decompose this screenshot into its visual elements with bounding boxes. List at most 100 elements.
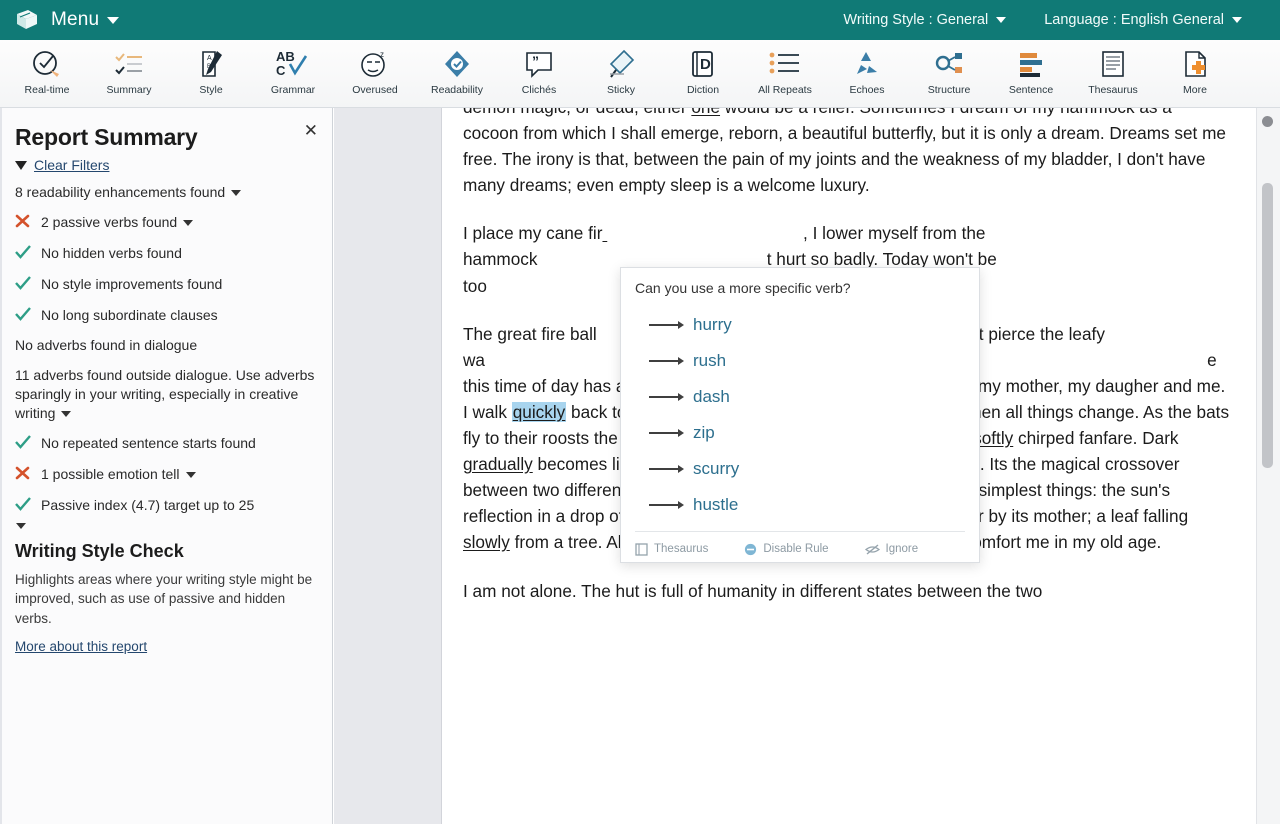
check-icon	[15, 434, 41, 454]
adverb-underline[interactable]: slowly	[463, 532, 510, 552]
suggestion-item[interactable]: scurry	[635, 451, 965, 487]
chevron-down-icon[interactable]	[183, 220, 194, 227]
suggestion-word: dash	[693, 387, 730, 406]
report-row[interactable]: No hidden verbs found	[15, 244, 316, 264]
menu-label: Menu	[51, 9, 100, 30]
language-label: Language : English General	[1044, 12, 1224, 28]
chevron-down-icon[interactable]	[185, 472, 196, 479]
ribbon-item-label: Style	[199, 84, 223, 96]
document-paragraph: I am not alone. The hut is full of human…	[463, 580, 1043, 601]
chevron-down-icon[interactable]	[231, 190, 242, 197]
menu-button[interactable]: Menu	[14, 8, 120, 32]
ribbon-item-overused[interactable]: z Overused	[334, 40, 416, 106]
arrow-right-icon	[635, 393, 693, 401]
report-row-label: No hidden verbs found	[41, 244, 182, 261]
popup-disable-rule-button[interactable]: Disable Rule	[744, 543, 829, 556]
report-row[interactable]: 1 possible emotion tell	[15, 465, 316, 485]
writing-style-check-title: Writing Style Check	[15, 540, 184, 561]
suggestion-word: hustle	[693, 495, 739, 514]
ribbon-item-label: More	[1183, 84, 1207, 96]
suggestion-popup: Can you use a more specific verb? hurry r…	[620, 267, 980, 563]
writing-style-dropdown[interactable]: Writing Style : General	[843, 12, 1007, 28]
adverb-underline[interactable]: gradually	[463, 454, 533, 474]
report-row[interactable]: 11 adverbs found outside dialogue. Use a…	[15, 366, 316, 423]
ribbon-item-all-repeats[interactable]: All Repeats	[744, 40, 826, 106]
report-row[interactable]: 8 readability enhancements found	[15, 183, 316, 202]
suggestion-word: rush	[693, 351, 727, 370]
popup-ignore-button[interactable]: Ignore	[864, 543, 918, 556]
page-plus-icon	[1178, 45, 1212, 83]
ribbon-item-label: Sticky	[606, 84, 635, 96]
popup-footer: Thesaurus Disable Rule Ignore	[635, 532, 965, 566]
ribbon-item-clich-s[interactable]: ” Clichés	[498, 40, 580, 106]
honey-dipper-icon	[604, 45, 638, 83]
clear-filters-link[interactable]: Clear Filters	[34, 157, 109, 173]
ribbon-item-sentence[interactable]: Sentence	[990, 40, 1072, 106]
suggestion-item[interactable]: zip	[635, 415, 965, 451]
report-row[interactable]: No style improvements found	[15, 275, 316, 295]
check-icon	[15, 306, 41, 326]
text-run: The great fire ball	[463, 323, 597, 344]
ribbon-item-label: Sentence	[1008, 84, 1054, 96]
grammar-underline[interactable]: one	[691, 108, 720, 117]
arrow-right-icon	[635, 321, 693, 329]
book-pages-icon	[1096, 45, 1130, 83]
abc-check-icon: AB C	[275, 45, 311, 83]
report-row-label: No long subordinate clauses	[41, 306, 218, 323]
ribbon-item-diction[interactable]: D Diction	[662, 40, 744, 106]
suggestion-word: zip	[693, 423, 715, 442]
clear-filters-row[interactable]: Clear Filters	[15, 157, 316, 173]
ribbon-item-readability[interactable]: Readability	[416, 40, 498, 106]
realtime-clock-check-icon	[30, 45, 64, 83]
checklist-icon	[112, 45, 146, 83]
text-run: I place my cane fir	[463, 223, 603, 244]
report-row-label: 8 readability enhancements found	[15, 183, 316, 202]
ribbon-item-structure[interactable]: Structure	[908, 40, 990, 106]
chevron-down-icon[interactable]	[107, 16, 120, 24]
ribbon-item-more[interactable]: More	[1154, 40, 1236, 106]
ribbon-item-grammar[interactable]: AB C Grammar	[252, 40, 334, 106]
popup-footer-label: Thesaurus	[654, 543, 709, 555]
report-row[interactable]: Passive index (4.7) target up to 25	[15, 496, 316, 516]
chevron-down-icon[interactable]	[1232, 17, 1242, 23]
thesaurus-book-icon	[635, 542, 648, 556]
ribbon-item-sticky[interactable]: Sticky	[580, 40, 662, 106]
report-row[interactable]: No adverbs found in dialogue	[15, 336, 316, 355]
svg-text:”: ”	[532, 53, 539, 69]
app-header: Menu Writing Style : General Language : …	[0, 0, 1280, 40]
ribbon-item-summary[interactable]: Summary	[88, 40, 170, 106]
ribbon-item-real-time[interactable]: Real-time	[6, 40, 88, 106]
popup-thesaurus-button[interactable]: Thesaurus	[635, 542, 709, 556]
more-about-report-link[interactable]: More about this report	[15, 639, 147, 654]
close-icon[interactable]: ✕	[304, 122, 318, 139]
suggestion-item[interactable]: hustle	[635, 487, 965, 523]
scroll-marker-icon	[1262, 116, 1273, 127]
bulleted-list-icon	[767, 45, 803, 83]
suggestion-item[interactable]: rush	[635, 343, 965, 379]
report-row-label: No adverbs found in dialogue	[15, 337, 198, 354]
report-row[interactable]: No long subordinate clauses	[15, 306, 316, 326]
svg-text:AB: AB	[276, 49, 295, 64]
suggestion-question: Can you use a more specific verb?	[635, 280, 851, 296]
writing-style-label: Writing Style : General	[843, 12, 989, 28]
ribbon-item-label: Readability	[431, 84, 483, 96]
ribbon-item-label: All Repeats	[758, 84, 812, 96]
chevron-down-icon[interactable]	[61, 411, 72, 418]
ribbon-item-style[interactable]: ABStyle	[170, 40, 252, 106]
report-summary-panel: ✕ Report Summary Clear Filters 8 readabi…	[0, 108, 333, 824]
text-run: chirped fanfare. Dark	[1013, 428, 1179, 449]
suggestion-item[interactable]: hurry	[635, 307, 965, 343]
ribbon-item-echoes[interactable]: Echoes	[826, 40, 908, 106]
page-title: Report Summary	[15, 124, 198, 150]
report-row[interactable]: 2 passive verbs found	[15, 213, 316, 233]
expand-more-icon[interactable]	[16, 522, 26, 529]
report-row[interactable]: No repeated sentence starts found	[15, 434, 316, 454]
svg-text:A: A	[207, 55, 212, 62]
suggestion-item[interactable]: dash	[635, 379, 965, 415]
language-dropdown[interactable]: Language : English General	[1044, 12, 1242, 28]
document-scroll-thumb[interactable]	[1262, 183, 1273, 468]
chevron-down-icon[interactable]	[996, 17, 1007, 23]
report-row-label: 1 possible emotion tell	[41, 465, 316, 484]
highlighted-adverb[interactable]: quickly	[511, 401, 567, 422]
ribbon-item-thesaurus[interactable]: Thesaurus	[1072, 40, 1154, 106]
